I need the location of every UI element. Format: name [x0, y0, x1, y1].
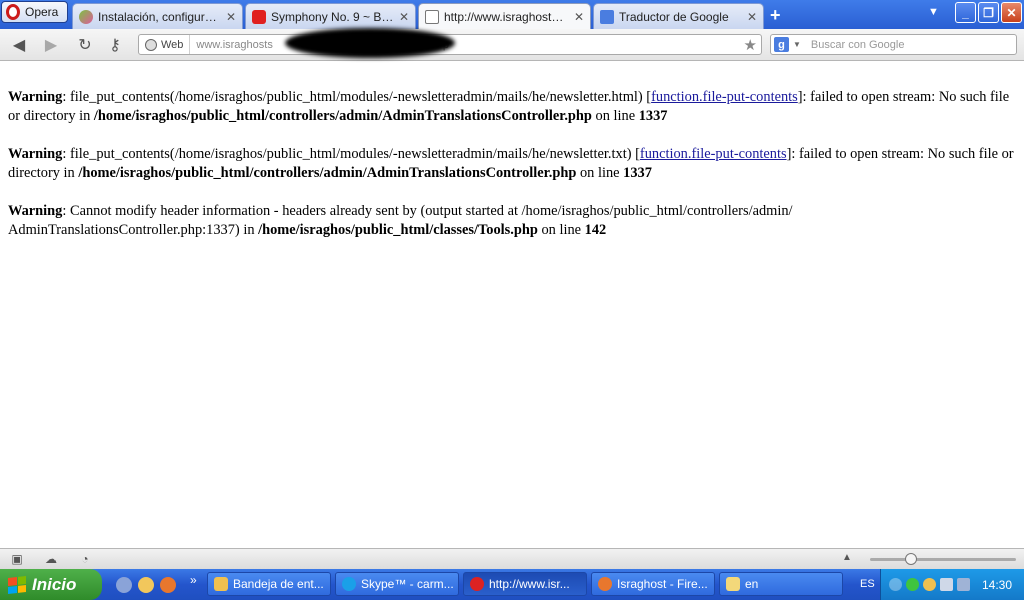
tab-title: http://www.israghostsh...: [444, 9, 569, 24]
status-bar: ▣ ☁ ◔ ▲: [0, 548, 1024, 569]
close-icon[interactable]: ✕: [399, 10, 409, 24]
quicklaunch-ie-icon[interactable]: [116, 577, 132, 593]
quicklaunch-firefox-icon[interactable]: [160, 577, 176, 593]
tray-expand-icon[interactable]: [889, 578, 902, 591]
system-tray: 14:30: [880, 569, 1024, 600]
maximize-button[interactable]: ❐: [978, 2, 999, 23]
thunderbird-icon: [214, 577, 228, 591]
zoom-arrow-icon[interactable]: ▲: [842, 552, 852, 563]
start-label: Inicio: [32, 574, 77, 594]
warning-text: on line: [576, 165, 624, 181]
tray-thunderbird-icon[interactable]: [923, 578, 936, 591]
taskbar-item-skype[interactable]: Skype™ - carm...: [335, 572, 459, 596]
tray-network-icon[interactable]: [957, 578, 970, 591]
warning-label: Warning: [8, 89, 63, 105]
quicklaunch-thunderbird-icon[interactable]: [138, 577, 154, 593]
function-link[interactable]: function.file-put-contents: [640, 146, 787, 162]
tab-list-chevron-icon[interactable]: ▼: [928, 6, 939, 18]
language-indicator[interactable]: ES: [860, 578, 875, 590]
google-icon: g: [774, 37, 789, 52]
turbo-icon[interactable]: ◔: [78, 552, 92, 566]
close-icon[interactable]: ✕: [226, 10, 236, 24]
function-link[interactable]: function.file-put-contents: [651, 89, 798, 105]
tab-israghost[interactable]: http://www.israghostsh... ✕: [418, 3, 591, 29]
task-label: Bandeja de ent...: [233, 577, 324, 591]
task-label: http://www.isr...: [489, 577, 570, 591]
line-number: 1337: [623, 165, 652, 181]
warning-message: Warning: file_put_contents(/home/isragho…: [8, 145, 1016, 183]
warning-label: Warning: [8, 203, 63, 219]
firefox-icon: [598, 577, 612, 591]
opera-icon: [470, 577, 484, 591]
tab-title: Symphony No. 9 ~ Beet...: [271, 9, 394, 24]
clock[interactable]: 14:30: [982, 578, 1012, 592]
start-button[interactable]: Inicio: [0, 569, 102, 600]
page-icon: [425, 9, 439, 24]
zoom-slider-handle[interactable]: [905, 553, 917, 565]
warning-message: Warning: Cannot modify header informatio…: [8, 202, 1016, 240]
taskbar-item-opera[interactable]: http://www.isr...: [463, 572, 587, 596]
panel-toggle-icon[interactable]: ▣: [10, 552, 24, 566]
tray-volume-icon[interactable]: [940, 578, 953, 591]
windows-taskbar: Inicio » Bandeja de ent... Skype™ - carm…: [0, 569, 1024, 600]
tab-prestashop[interactable]: Instalación, configuració... ✕: [72, 3, 243, 29]
tab-google-translate[interactable]: Traductor de Google ✕: [593, 3, 764, 29]
opera-menu-button[interactable]: Opera: [1, 1, 68, 23]
warning-text: : file_put_contents(/home/israghos/publi…: [62, 146, 640, 162]
new-tab-button[interactable]: +: [770, 5, 781, 26]
tray-skype-status-icon[interactable]: [906, 578, 919, 591]
navigation-toolbar: ◀ ▶ ↻ ⚷ Web www.israghostsp ★ g ▼ Buscar…: [0, 29, 1024, 61]
youtube-icon: [252, 9, 266, 24]
folder-icon: [726, 577, 740, 591]
site-badge-label: Web: [161, 38, 184, 51]
opera-menu-label: Opera: [25, 5, 59, 19]
taskbar-item-firefox[interactable]: Israghost - Fire...: [591, 572, 715, 596]
search-field[interactable]: g ▼ Buscar con Google: [770, 34, 1017, 55]
skype-icon: [342, 577, 356, 591]
warning-text: on line: [537, 222, 585, 238]
zoom-slider[interactable]: [870, 558, 1016, 561]
file-path: /home/israghos/public_html/controllers/a…: [78, 165, 577, 181]
file-path: /home/israghos/public_html/controllers/a…: [93, 108, 592, 124]
close-icon[interactable]: ✕: [574, 10, 584, 24]
task-label: Skype™ - carm...: [361, 577, 454, 591]
opera-unite-icon[interactable]: ☁: [44, 552, 58, 566]
tab-strip: Opera Instalación, configuració... ✕ Sym…: [0, 0, 1024, 29]
minimize-button[interactable]: _: [955, 2, 976, 23]
task-label: Israghost - Fire...: [617, 577, 708, 591]
key-icon[interactable]: ⚷: [104, 35, 126, 55]
chevron-down-icon[interactable]: ▼: [793, 40, 801, 49]
warning-message: Warning: file_put_contents(/home/isragho…: [8, 88, 1016, 126]
close-window-button[interactable]: ✕: [1001, 2, 1022, 23]
reload-icon[interactable]: ↻: [74, 35, 96, 55]
tab-title: Traductor de Google: [619, 9, 729, 24]
address-prefix: www.israghosts: [196, 38, 273, 51]
tab-title: Instalación, configuració...: [98, 9, 221, 24]
google-translate-icon: [600, 9, 614, 24]
opera-logo-icon: [6, 4, 20, 20]
taskbar-item-folder[interactable]: en: [719, 572, 843, 596]
warning-text: on line: [591, 108, 639, 124]
back-arrow-icon[interactable]: ◀: [8, 35, 30, 55]
taskbar-item-thunderbird[interactable]: Bandeja de ent...: [207, 572, 331, 596]
prestashop-icon: [79, 9, 93, 24]
warning-label: Warning: [8, 146, 63, 162]
tab-youtube[interactable]: Symphony No. 9 ~ Beet... ✕: [245, 3, 416, 29]
task-label: en: [745, 577, 759, 591]
quicklaunch-more-icon[interactable]: »: [190, 573, 197, 587]
windows-logo-icon: [8, 575, 26, 594]
file-path: /home/israghos/public_html/classes/Tools…: [258, 222, 538, 238]
forward-arrow-icon[interactable]: ▶: [40, 35, 62, 55]
warning-text: : file_put_contents(/home/israghos/publi…: [62, 89, 652, 105]
search-placeholder: Buscar con Google: [810, 38, 905, 51]
line-number: 1337: [638, 108, 668, 124]
bookmark-star-icon[interactable]: ★: [744, 36, 757, 54]
close-icon[interactable]: ✕: [747, 10, 757, 24]
line-number: 142: [584, 222, 607, 238]
site-badge[interactable]: Web: [139, 35, 191, 54]
address-text[interactable]: www.israghostsp: [190, 39, 761, 51]
redacted-url-blot: [285, 28, 455, 58]
globe-icon: [145, 38, 157, 51]
page-content: Warning: file_put_contents(/home/isragho…: [0, 62, 1024, 548]
